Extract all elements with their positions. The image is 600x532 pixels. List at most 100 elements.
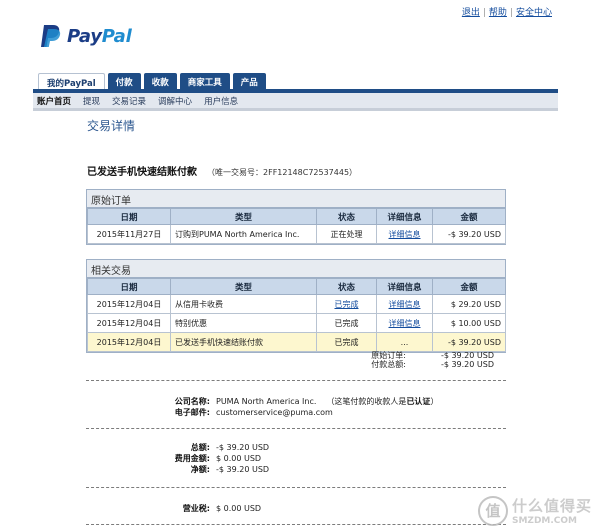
cell-amount: $ 10.00 USD	[432, 313, 506, 333]
net-label: 净额:	[190, 465, 210, 474]
column-header-details: 详细信息	[376, 278, 433, 295]
tax-row: 营业税: $ 0.00 USD	[86, 503, 261, 514]
column-header-amount: 金额	[432, 278, 506, 295]
watermark-icon: 值	[477, 495, 508, 526]
verified-note: （这笔付款的收款人是已认证）	[326, 397, 439, 406]
original-order-panel: 原始订单 日期 类型 状态 详细信息 金额 2015年11月27日 订购到PUM…	[86, 189, 506, 245]
sales-tax: 营业税: $ 0.00 USD	[86, 503, 261, 514]
table-row: 2015年12月04日 特别优惠 已完成 详细信息 $ 10.00 USD	[87, 313, 506, 333]
help-link[interactable]: 帮助	[489, 8, 507, 18]
cell-amount: $ 29.20 USD	[432, 294, 506, 314]
tax-label: 营业税:	[182, 504, 210, 513]
cell-detail: 详细信息	[376, 313, 433, 333]
summary-original-order: 原始订单: -$ 39.20 USD	[371, 351, 494, 360]
sub-navigation: 账户首页 提现 交易记录 调解中心 用户信息	[33, 93, 558, 108]
subnav-resolution-center[interactable]: 调解中心	[158, 95, 192, 107]
summary-payment-total: 付款总额: -$ 39.20 USD	[371, 360, 494, 369]
cell-status: 正在处理	[316, 224, 377, 244]
related-transactions-table: 日期 类型 状态 详细信息 金额 2015年12月04日 从信用卡收费 已完成 …	[87, 278, 506, 352]
related-summary: 原始订单: -$ 39.20 USD 付款总额: -$ 39.20 USD	[86, 351, 504, 369]
company-name: PUMA North America Inc.	[216, 397, 317, 406]
tab-pay[interactable]: 付款	[107, 73, 141, 90]
watermark: 值 什么值得买 SMZDM.COM	[477, 495, 592, 526]
column-header-date: 日期	[87, 278, 171, 295]
total-row: 总额: -$ 39.20 USD	[86, 442, 269, 453]
cell-status: 已完成	[316, 294, 377, 314]
column-header-status: 状态	[316, 208, 377, 225]
total-value: -$ 39.20 USD	[216, 443, 270, 452]
merchant-info: 公司名称: PUMA North America Inc. （这笔付款的收款人是…	[86, 396, 439, 418]
dotted-divider	[86, 428, 506, 429]
column-header-type: 类型	[170, 278, 317, 295]
details-link[interactable]: 详细信息	[389, 300, 421, 309]
transaction-title: 已发送手机快速结账付款 （唯一交易号：2FF12148C72537445）	[87, 163, 357, 178]
original-order-table: 日期 类型 状态 详细信息 金额 2015年11月27日 订购到PUMA Nor…	[87, 208, 506, 244]
column-header-details: 详细信息	[376, 208, 433, 225]
tab-merchant-tools[interactable]: 商家工具	[179, 73, 230, 90]
separator: |	[482, 8, 486, 18]
tab-products[interactable]: 产品	[232, 73, 266, 90]
logout-link[interactable]: 退出	[462, 8, 480, 18]
cell-date: 2015年11月27日	[87, 224, 171, 244]
page-title: 交易详情	[87, 119, 136, 133]
company-label: 公司名称:	[174, 397, 210, 406]
details-link[interactable]: 详细信息	[389, 319, 421, 328]
column-header-date: 日期	[87, 208, 171, 225]
paypal-p-icon	[41, 25, 61, 47]
subnav-divider	[33, 108, 558, 111]
subnav-user-info[interactable]: 用户信息	[204, 95, 238, 107]
subnav-history[interactable]: 交易记录	[112, 95, 146, 107]
verified-status: 已认证	[406, 397, 431, 406]
cell-status: 已完成	[316, 332, 377, 352]
paypal-wordmark: PayPal	[67, 25, 132, 47]
cell-amount: -$ 39.20 USD	[432, 224, 506, 244]
details-link[interactable]: 详细信息	[389, 230, 421, 239]
cell-detail: ...	[376, 332, 433, 352]
status-link[interactable]: 已完成	[335, 300, 359, 309]
transaction-type: 已发送手机快速结账付款	[87, 167, 197, 178]
cell-date: 2015年12月04日	[87, 313, 171, 333]
top-links: 退出 | 帮助 | 安全中心	[462, 5, 552, 18]
transaction-id: （唯一交易号：2FF12148C72537445）	[207, 168, 358, 177]
cell-date: 2015年12月04日	[87, 332, 171, 352]
column-header-status: 状态	[316, 278, 377, 295]
cell-detail: 详细信息	[376, 294, 433, 314]
email-label: 电子邮件:	[174, 408, 210, 417]
cell-type: 已发送手机快速结账付款	[170, 332, 317, 352]
fee-value: $ 0.00 USD	[216, 454, 262, 463]
table-row-highlighted: 2015年12月04日 已发送手机快速结账付款 已完成 ... -$ 39.20…	[87, 332, 506, 352]
cell-status: 已完成	[316, 313, 377, 333]
cell-date: 2015年12月04日	[87, 294, 171, 314]
dotted-divider	[86, 524, 506, 525]
main-tabs: 我的PayPal 付款 收款 商家工具 产品	[38, 73, 269, 92]
fee-row: 费用金额: $ 0.00 USD	[86, 453, 269, 464]
dotted-divider	[86, 487, 506, 488]
net-row: 净额: -$ 39.20 USD	[86, 464, 269, 475]
table-header-row: 日期 类型 状态 详细信息 金额	[87, 278, 506, 295]
total-label: 总额:	[190, 443, 210, 452]
paypal-logo[interactable]: PayPal	[40, 23, 132, 49]
cell-type: 特别优惠	[170, 313, 317, 333]
table-header-row: 日期 类型 状态 详细信息 金额	[87, 208, 506, 225]
cell-amount: -$ 39.20 USD	[432, 332, 506, 352]
dotted-divider	[86, 380, 506, 381]
separator: |	[509, 8, 513, 18]
column-header-amount: 金额	[432, 208, 506, 225]
security-center-link[interactable]: 安全中心	[516, 8, 552, 18]
cell-detail: 详细信息	[376, 224, 433, 244]
tab-receive[interactable]: 收款	[143, 73, 177, 90]
fee-label: 费用金额:	[174, 454, 210, 463]
watermark-text: 什么值得买 SMZDM.COM	[511, 497, 592, 526]
table-row: 2015年12月04日 从信用卡收费 已完成 详细信息 $ 29.20 USD	[87, 294, 506, 314]
email-value: customerservice@puma.com	[216, 408, 333, 417]
table-row: 2015年11月27日 订购到PUMA North America Inc. 正…	[87, 224, 506, 244]
subnav-account-home[interactable]: 账户首页	[37, 95, 71, 107]
email-row: 电子邮件: customerservice@puma.com	[86, 407, 438, 418]
related-transactions-heading: 相关交易	[87, 260, 505, 278]
net-value: -$ 39.20 USD	[216, 465, 270, 474]
cell-type: 订购到PUMA North America Inc.	[170, 224, 317, 244]
cell-type: 从信用卡收费	[170, 294, 317, 314]
related-transactions-panel: 相关交易 日期 类型 状态 详细信息 金额 2015年12月04日 从信用卡收费…	[86, 259, 506, 353]
subnav-withdraw[interactable]: 提现	[83, 95, 100, 107]
column-header-type: 类型	[170, 208, 317, 225]
